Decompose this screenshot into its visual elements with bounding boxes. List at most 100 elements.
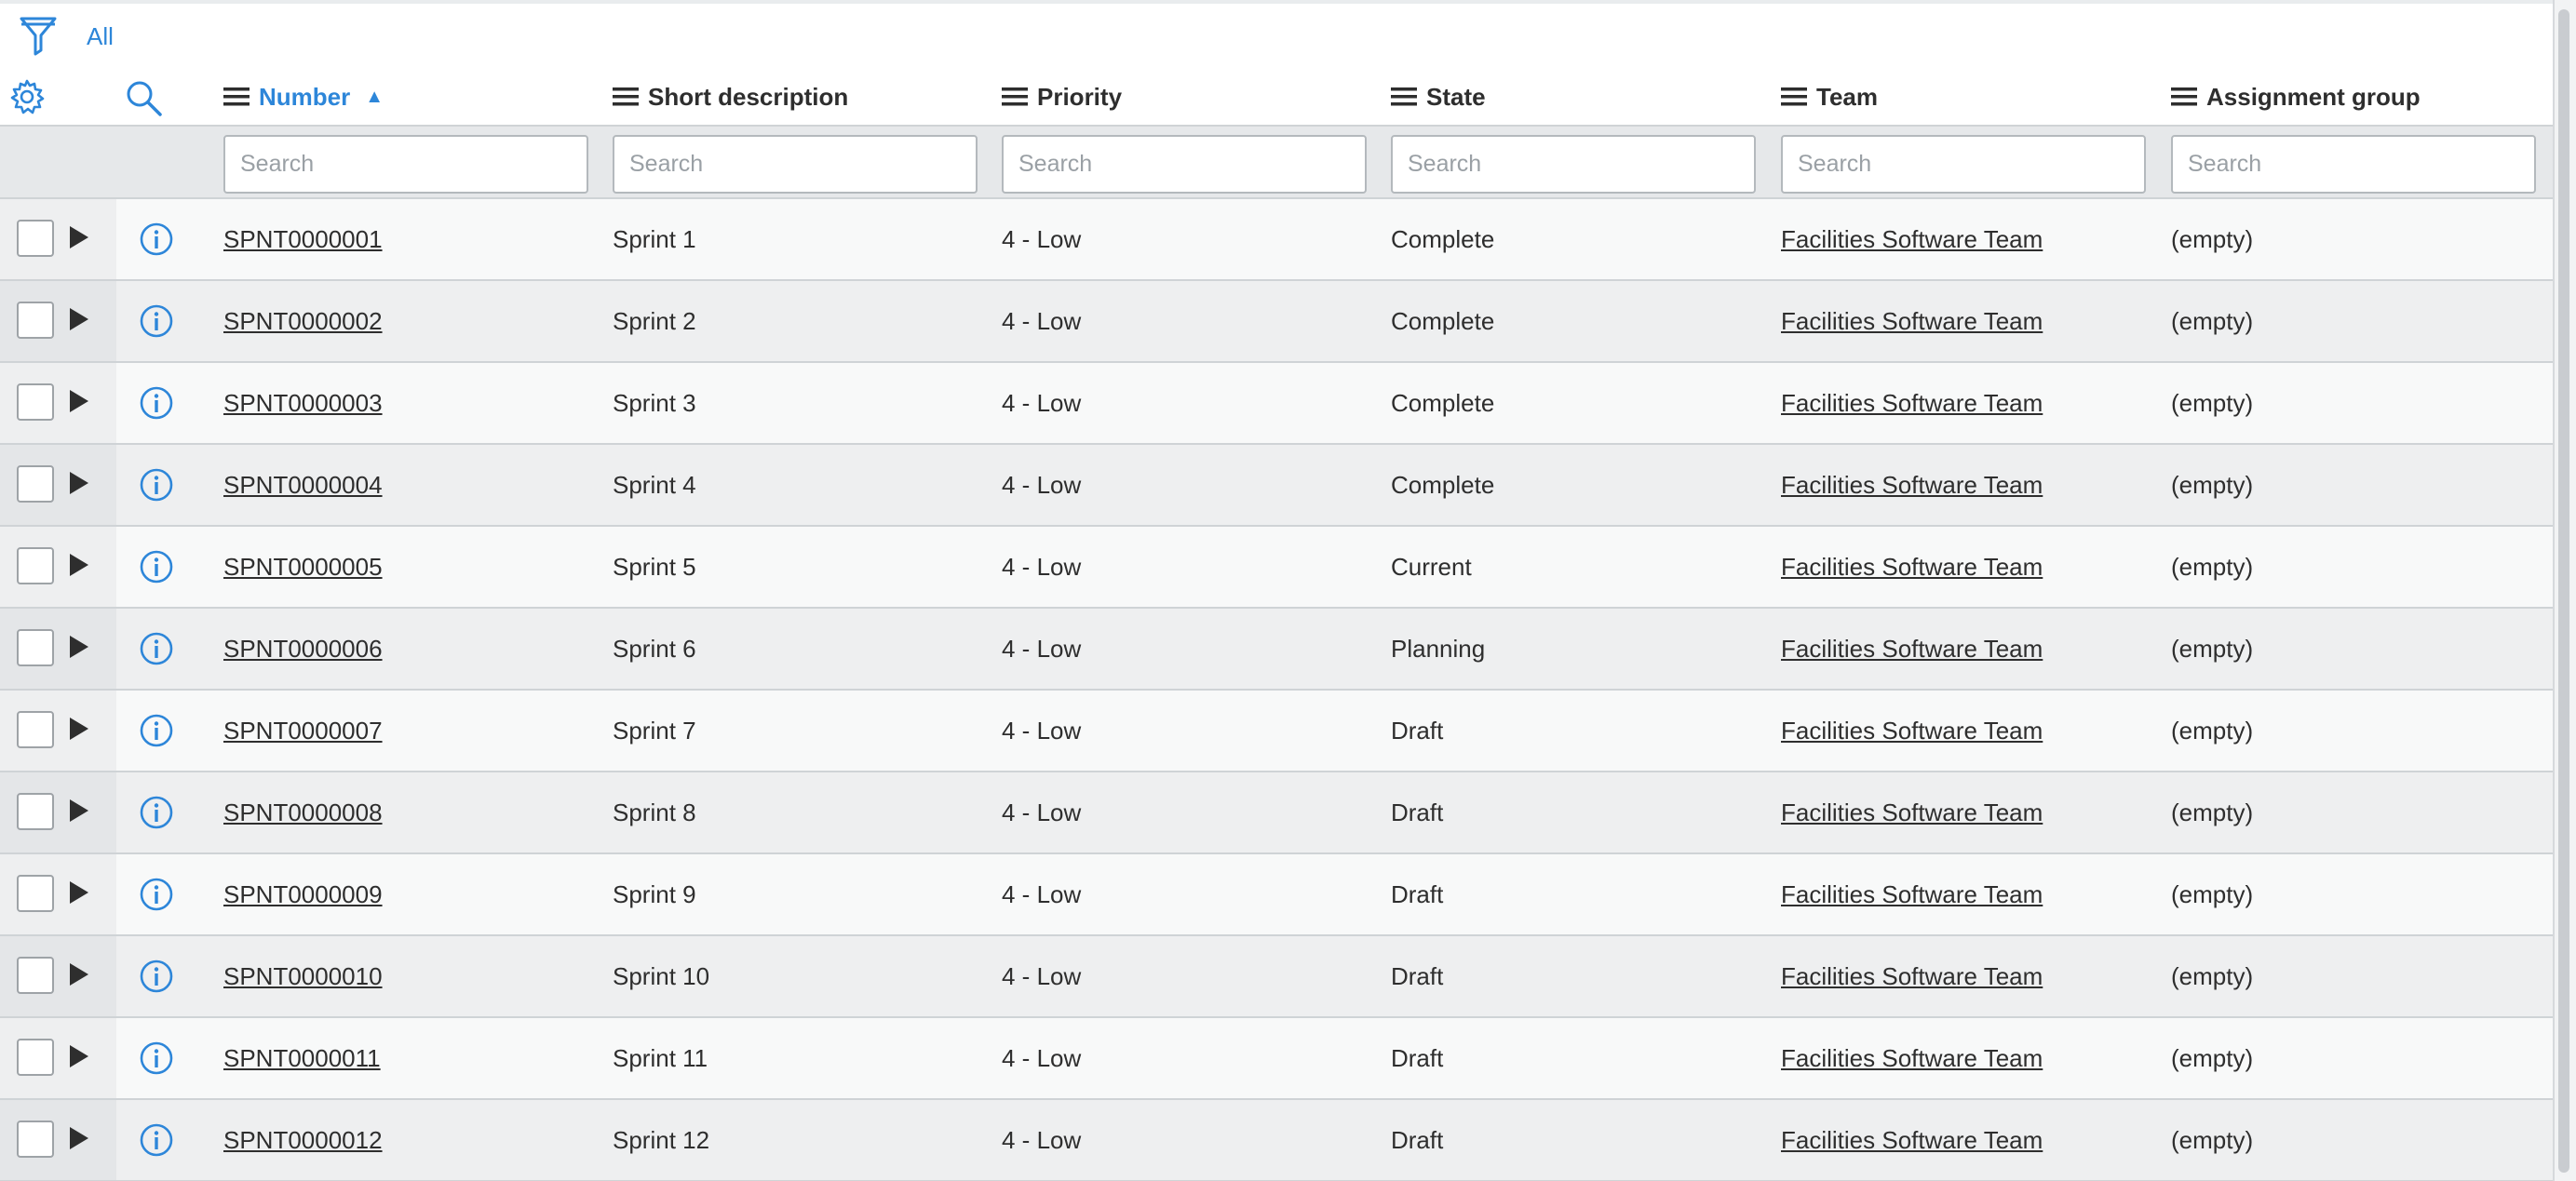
expand-row-icon[interactable] bbox=[68, 799, 90, 823]
column-header-assignment-group[interactable]: Assignment group bbox=[2171, 78, 2421, 115]
column-header-number[interactable]: Number ▲ bbox=[223, 78, 384, 115]
column-header-state[interactable]: State bbox=[1391, 78, 1486, 115]
filter-funnel-icon[interactable] bbox=[19, 15, 58, 56]
row-checkbox[interactable] bbox=[17, 957, 54, 994]
info-circle-icon[interactable] bbox=[139, 631, 174, 666]
expand-row-icon[interactable] bbox=[68, 1044, 90, 1068]
column-menu-icon[interactable] bbox=[2171, 87, 2197, 107]
search-input-team[interactable] bbox=[1781, 135, 2146, 194]
column-header-team[interactable]: Team bbox=[1781, 78, 1878, 115]
cell-number[interactable]: SPNT0000008 bbox=[223, 772, 383, 852]
row-checkbox[interactable] bbox=[17, 711, 54, 748]
table-row[interactable]: SPNT0000004 Sprint 4 4 - Low Complete Fa… bbox=[0, 445, 2553, 527]
cell-number[interactable]: SPNT0000007 bbox=[223, 691, 383, 771]
cell-assignment-group: (empty) bbox=[2171, 471, 2254, 499]
cell-number[interactable]: SPNT0000005 bbox=[223, 527, 383, 607]
search-input-state[interactable] bbox=[1391, 135, 1756, 194]
expand-row-icon[interactable] bbox=[68, 635, 90, 659]
row-checkbox[interactable] bbox=[17, 220, 54, 257]
cell-team[interactable]: Facilities Software Team bbox=[1781, 1100, 2043, 1180]
table-row[interactable]: SPNT0000010 Sprint 10 4 - Low Draft Faci… bbox=[0, 936, 2553, 1018]
cell-number[interactable]: SPNT0000012 bbox=[223, 1100, 383, 1180]
info-circle-icon[interactable] bbox=[139, 795, 174, 830]
filter-breadcrumb-all[interactable]: All bbox=[87, 22, 114, 51]
column-menu-icon[interactable] bbox=[1781, 87, 1807, 107]
expand-row-icon[interactable] bbox=[68, 389, 90, 413]
cell-number[interactable]: SPNT0000010 bbox=[223, 936, 383, 1016]
table-row[interactable]: SPNT0000008 Sprint 8 4 - Low Draft Facil… bbox=[0, 772, 2553, 854]
cell-team[interactable]: Facilities Software Team bbox=[1781, 772, 2043, 852]
table-row[interactable]: SPNT0000002 Sprint 2 4 - Low Complete Fa… bbox=[0, 281, 2553, 363]
row-checkbox[interactable] bbox=[17, 547, 54, 584]
table-row[interactable]: SPNT0000011 Sprint 11 4 - Low Draft Faci… bbox=[0, 1018, 2553, 1100]
expand-row-icon[interactable] bbox=[68, 1126, 90, 1150]
column-menu-icon[interactable] bbox=[1002, 87, 1028, 107]
row-checkbox[interactable] bbox=[17, 629, 54, 666]
table-row[interactable]: SPNT0000009 Sprint 9 4 - Low Draft Facil… bbox=[0, 854, 2553, 936]
cell-team[interactable]: Facilities Software Team bbox=[1781, 854, 2043, 934]
row-checkbox[interactable] bbox=[17, 1039, 54, 1076]
row-checkbox[interactable] bbox=[17, 793, 54, 830]
cell-number[interactable]: SPNT0000003 bbox=[223, 363, 383, 443]
column-header-priority[interactable]: Priority bbox=[1002, 78, 1122, 115]
cell-team[interactable]: Facilities Software Team bbox=[1781, 609, 2043, 689]
row-checkbox[interactable] bbox=[17, 302, 54, 339]
search-input-priority[interactable] bbox=[1002, 135, 1367, 194]
expand-row-icon[interactable] bbox=[68, 962, 90, 986]
info-circle-icon[interactable] bbox=[139, 713, 174, 748]
info-circle-icon[interactable] bbox=[139, 467, 174, 503]
row-checkbox[interactable] bbox=[17, 465, 54, 503]
info-circle-icon[interactable] bbox=[139, 959, 174, 994]
expand-row-icon[interactable] bbox=[68, 471, 90, 495]
info-circle-icon[interactable] bbox=[139, 549, 174, 584]
cell-team[interactable]: Facilities Software Team bbox=[1781, 936, 2043, 1016]
table-row[interactable]: SPNT0000001 Sprint 1 4 - Low Complete Fa… bbox=[0, 199, 2553, 281]
cell-short-description: Sprint 10 bbox=[613, 962, 710, 990]
search-input-assignment-group[interactable] bbox=[2171, 135, 2536, 194]
expand-row-icon[interactable] bbox=[68, 225, 90, 249]
cell-assignment-group: (empty) bbox=[2171, 307, 2254, 335]
cell-short-description: Sprint 12 bbox=[613, 1126, 710, 1154]
expand-row-icon[interactable] bbox=[68, 717, 90, 741]
info-circle-icon[interactable] bbox=[139, 877, 174, 912]
info-circle-icon[interactable] bbox=[139, 385, 174, 421]
table-row[interactable]: SPNT0000005 Sprint 5 4 - Low Current Fac… bbox=[0, 527, 2553, 609]
cell-team[interactable]: Facilities Software Team bbox=[1781, 363, 2043, 443]
cell-team[interactable]: Facilities Software Team bbox=[1781, 281, 2043, 361]
cell-number[interactable]: SPNT0000006 bbox=[223, 609, 383, 689]
scrollbar-thumb[interactable] bbox=[2558, 9, 2569, 1173]
search-icon[interactable] bbox=[124, 78, 163, 117]
info-circle-icon[interactable] bbox=[139, 303, 174, 339]
row-checkbox[interactable] bbox=[17, 875, 54, 912]
cell-number[interactable]: SPNT0000004 bbox=[223, 445, 383, 525]
cell-team[interactable]: Facilities Software Team bbox=[1781, 527, 2043, 607]
expand-row-icon[interactable] bbox=[68, 553, 90, 577]
cell-number[interactable]: SPNT0000009 bbox=[223, 854, 383, 934]
info-circle-icon[interactable] bbox=[139, 221, 174, 257]
table-row[interactable]: SPNT0000007 Sprint 7 4 - Low Draft Facil… bbox=[0, 691, 2553, 772]
info-circle-icon[interactable] bbox=[139, 1122, 174, 1158]
column-menu-icon[interactable] bbox=[223, 87, 250, 107]
cell-team[interactable]: Facilities Software Team bbox=[1781, 691, 2043, 771]
row-checkbox[interactable] bbox=[17, 1121, 54, 1158]
search-input-short-description[interactable] bbox=[613, 135, 978, 194]
row-checkbox[interactable] bbox=[17, 383, 54, 421]
column-header-short-description[interactable]: Short description bbox=[613, 78, 848, 115]
expand-row-icon[interactable] bbox=[68, 880, 90, 905]
table-row[interactable]: SPNT0000003 Sprint 3 4 - Low Complete Fa… bbox=[0, 363, 2553, 445]
cell-number[interactable]: SPNT0000002 bbox=[223, 281, 383, 361]
gear-icon[interactable] bbox=[8, 78, 46, 115]
cell-team[interactable]: Facilities Software Team bbox=[1781, 1018, 2043, 1098]
table-row[interactable]: SPNT0000006 Sprint 6 4 - Low Planning Fa… bbox=[0, 609, 2553, 691]
column-menu-icon[interactable] bbox=[613, 87, 639, 107]
table-row[interactable]: SPNT0000012 Sprint 12 4 - Low Draft Faci… bbox=[0, 1100, 2553, 1181]
info-circle-icon[interactable] bbox=[139, 1040, 174, 1076]
cell-team[interactable]: Facilities Software Team bbox=[1781, 199, 2043, 279]
column-menu-icon[interactable] bbox=[1391, 87, 1417, 107]
expand-row-icon[interactable] bbox=[68, 307, 90, 331]
search-input-number[interactable] bbox=[223, 135, 588, 194]
cell-team[interactable]: Facilities Software Team bbox=[1781, 445, 2043, 525]
cell-priority: 4 - Low bbox=[1002, 1044, 1082, 1072]
cell-number[interactable]: SPNT0000011 bbox=[223, 1018, 381, 1098]
cell-number[interactable]: SPNT0000001 bbox=[223, 199, 383, 279]
